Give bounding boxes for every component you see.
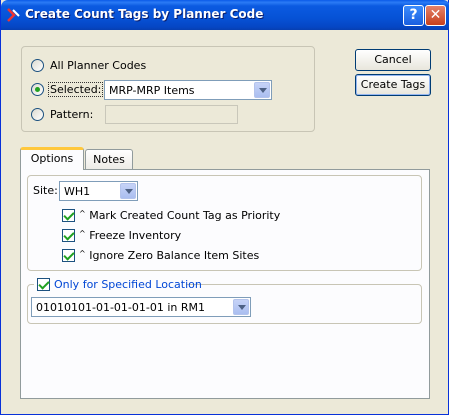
- location-value: 01010101-01-01-01-01 in RM1: [36, 301, 206, 314]
- dialog-window: Create Count Tags by Planner Code ? ✕ Al…: [0, 0, 449, 415]
- chevron-down-icon[interactable]: [254, 82, 270, 98]
- tab-options[interactable]: Options: [20, 147, 84, 170]
- window-title: Create Count Tags by Planner Code: [25, 7, 264, 21]
- site-label: Site:: [33, 184, 58, 197]
- all-planner-codes-label[interactable]: All Planner Codes: [50, 59, 146, 72]
- help-button[interactable]: ?: [403, 5, 424, 26]
- planner-code-combo[interactable]: MRP-MRP Items: [104, 80, 272, 100]
- tab-notes[interactable]: Notes: [85, 149, 133, 170]
- create-tags-button[interactable]: Create Tags: [355, 74, 431, 96]
- pattern-label[interactable]: Pattern:: [50, 108, 93, 121]
- location-checkbox[interactable]: [37, 278, 50, 291]
- pattern-radio[interactable]: [31, 108, 44, 121]
- site-combo[interactable]: WH1: [59, 181, 138, 201]
- freeze-inventory-label[interactable]: ^ Freeze Inventory: [79, 229, 181, 242]
- planner-code-value: MRP-MRP Items: [109, 84, 195, 97]
- ignore-zero-balance-label[interactable]: ^ Ignore Zero Balance Item Sites: [79, 249, 259, 262]
- pattern-input: [105, 105, 238, 124]
- selected-label[interactable]: Selected:: [48, 82, 104, 97]
- location-group-label[interactable]: Only for Specified Location: [54, 278, 202, 291]
- all-planner-codes-radio[interactable]: [31, 59, 44, 72]
- close-button[interactable]: ✕: [425, 5, 446, 26]
- location-combo[interactable]: 01010101-01-01-01-01 in RM1: [31, 297, 251, 317]
- chevron-down-icon[interactable]: [120, 183, 136, 199]
- freeze-inventory-checkbox[interactable]: [62, 229, 75, 242]
- site-value: WH1: [64, 185, 91, 198]
- cancel-button[interactable]: Cancel: [355, 49, 431, 71]
- title-bar[interactable]: Create Count Tags by Planner Code ? ✕: [1, 0, 449, 30]
- priority-checkbox[interactable]: [62, 209, 75, 222]
- chevron-down-icon[interactable]: [233, 299, 249, 315]
- ignore-zero-balance-checkbox[interactable]: [62, 249, 75, 262]
- selected-radio[interactable]: [31, 83, 44, 96]
- priority-checkbox-label[interactable]: ^ Mark Created Count Tag as Priority: [79, 209, 280, 222]
- app-icon: [7, 8, 20, 22]
